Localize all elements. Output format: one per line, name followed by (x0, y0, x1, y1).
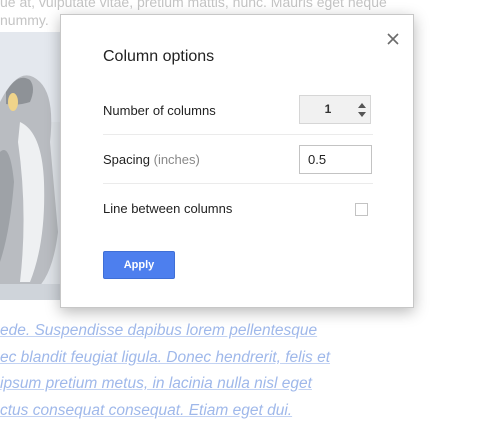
column-options-dialog: Column options Number of columns 1 Spaci… (60, 14, 414, 308)
stepper-arrows-icon[interactable] (356, 100, 368, 120)
close-icon[interactable] (383, 29, 403, 49)
dialog-title: Column options (103, 48, 215, 65)
line-between-checkbox[interactable] (355, 203, 368, 216)
apply-button[interactable]: Apply (103, 251, 175, 279)
spacing-row: Spacing (inches) (103, 135, 373, 184)
spacing-input[interactable] (299, 145, 372, 174)
document-body-text: ede. Suspendisse dapibus lorem pellentes… (0, 318, 480, 424)
document-line: ede. Suspendisse dapibus lorem pellentes… (0, 322, 318, 339)
line-between-row: Line between columns (103, 184, 373, 233)
columns-row: Number of columns 1 (103, 86, 373, 135)
columns-label: Number of columns (103, 103, 216, 118)
line-between-label: Line between columns (103, 201, 233, 216)
columns-value: 1 (324, 102, 332, 116)
document-line: ipsum pretium metus, in lacinia nulla ni… (0, 375, 312, 392)
spacing-label: Spacing (inches) (103, 152, 200, 167)
document-line: ec blandit feugiat ligula. Donec hendrer… (0, 348, 331, 366)
penguin-image (0, 32, 62, 300)
document-line: ctus consequat consequat. Etiam eget dui… (0, 401, 293, 419)
spacing-unit: (inches) (153, 152, 200, 167)
columns-stepper[interactable]: 1 (299, 95, 371, 124)
